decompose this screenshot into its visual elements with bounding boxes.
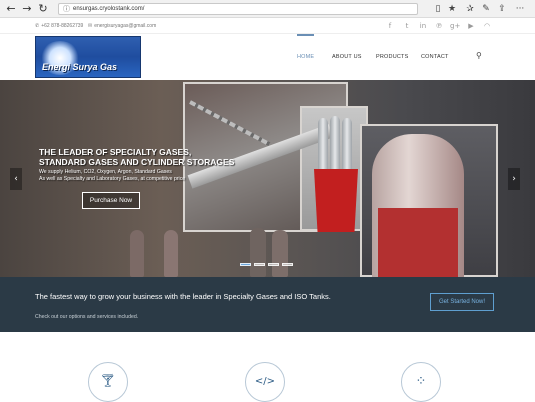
feature-circle: </> (245, 362, 285, 402)
email-contact[interactable]: ✉ energisuryagas@gmail.com (88, 18, 156, 34)
cta-title: The fastest way to grow your business wi… (35, 292, 331, 301)
address-bar[interactable]: ⓘ ensurgas.cryolostank.com/ (58, 3, 418, 15)
phone-icon: ✆ (35, 23, 40, 29)
hero-subtitle-line-1: We supply Helium, CO2, Oxygen, Argon, St… (39, 169, 172, 175)
cylinder-graphic (164, 230, 178, 277)
back-icon[interactable]: ← (4, 2, 18, 16)
red-cylinder-cage (314, 169, 358, 232)
site-header: Energi Surya Gas HOME ABOUT US PRODUCTS … (0, 34, 535, 80)
cylinder-graphic (272, 230, 288, 277)
get-started-button[interactable]: Get Started Now! (430, 293, 494, 311)
phone-contact: ✆ +62 878-88262739 (35, 18, 83, 34)
rss-icon[interactable]: ◠ (482, 18, 492, 34)
cylinder-graphic (250, 228, 266, 277)
nav-home[interactable]: HOME (297, 34, 315, 80)
nav-products[interactable]: PRODUCTS (376, 34, 408, 80)
reload-icon[interactable]: ↻ (36, 2, 50, 16)
reading-view-icon[interactable]: ▯ (432, 3, 444, 15)
notes-icon[interactable]: ✎ (480, 3, 492, 15)
favorite-icon[interactable]: ★ (446, 3, 458, 15)
cylinder-graphic (130, 230, 144, 277)
search-icon[interactable]: ⚲ (476, 51, 482, 60)
email-icon: ✉ (88, 23, 93, 29)
logo-text: Energi Surya Gas (42, 62, 118, 72)
nav-contact[interactable]: CONTACT (421, 34, 449, 80)
browser-toolbar: ← → ↻ ⓘ ensurgas.cryolostank.com/ ▯ ★ ✰ … (0, 0, 535, 18)
cocktail-glass-icon: 🍸︎ (99, 374, 117, 389)
purchase-now-button[interactable]: Purchase Now (82, 192, 140, 209)
phone-number: +62 878-88262739 (41, 23, 84, 29)
nav-about-us[interactable]: ABOUT US (332, 34, 362, 80)
code-icon: </> (254, 376, 276, 387)
google-plus-icon[interactable]: g+ (450, 18, 460, 34)
hero-subtitle-line-2: As well as Specialty and Laboratory Gase… (39, 176, 186, 182)
share-icon[interactable]: ⇪ (496, 3, 508, 15)
features-section: 🍸︎ </> ⁘ (0, 332, 535, 402)
hero-slider: THE LEADER OF SPECIALTY GASES, STANDARD … (0, 80, 535, 277)
cta-band: The fastest way to grow your business wi… (0, 277, 535, 332)
slider-dot-2[interactable] (254, 263, 265, 266)
email-address[interactable]: energisuryagas@gmail.com (94, 23, 156, 29)
forward-icon[interactable]: → (20, 2, 34, 16)
contact-bar: ✆ +62 878-88262739 ✉ energisuryagas@gmail.… (0, 18, 535, 34)
large-cylinder-band (378, 208, 458, 277)
linkedin-icon[interactable]: in (418, 18, 428, 34)
hero-title: THE LEADER OF SPECIALTY GASES, STANDARD … (39, 147, 234, 167)
hero-title-line-1: THE LEADER OF SPECIALTY GASES, (39, 147, 192, 157)
hero-title-line-2: STANDARD GASES AND CYLINDER STORAGES (39, 157, 235, 167)
facebook-icon[interactable]: f (385, 18, 395, 34)
slider-prev-arrow[interactable]: ‹ (10, 168, 22, 190)
twitter-icon[interactable]: t (402, 18, 412, 34)
site-logo[interactable]: Energi Surya Gas (35, 36, 141, 78)
slider-dot-1[interactable] (240, 263, 251, 266)
cta-subtitle: Check out our options and services inclu… (35, 314, 139, 320)
spinner-icon: ⁘ (415, 374, 427, 389)
feature-circle: ⁘ (401, 362, 441, 402)
slider-next-arrow[interactable]: › (508, 168, 520, 190)
more-icon[interactable]: ··· (514, 3, 526, 15)
youtube-icon[interactable]: ▶ (466, 18, 476, 34)
hero-subtitle: We supply Helium, CO2, Oxygen, Argon, St… (39, 169, 185, 183)
site-info-icon[interactable]: ⓘ (63, 4, 70, 15)
slider-dot-4[interactable] (282, 263, 293, 266)
pinterest-icon[interactable]: ℗ (434, 18, 444, 34)
url-text[interactable]: ensurgas.cryolostank.com/ (73, 4, 144, 15)
feature-circle: 🍸︎ (88, 362, 128, 402)
hub-icon[interactable]: ✰ (464, 3, 476, 15)
slider-dot-3[interactable] (268, 263, 279, 266)
